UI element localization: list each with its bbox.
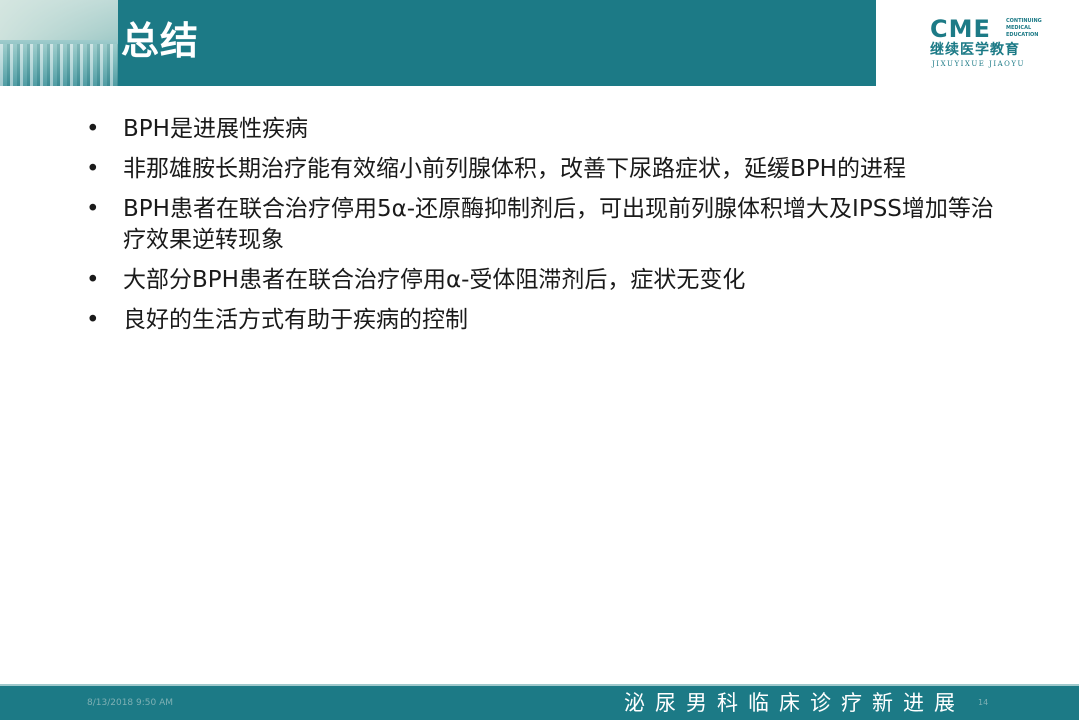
bullet-text: 非那雄胺长期治疗能有效缩小前列腺体积，改善下尿路症状，延缓BPH的进程 bbox=[123, 156, 906, 182]
logo-side-line: EDUCATION bbox=[1006, 32, 1039, 38]
cme-logo: CME CONTINUING MEDICAL EDUCATION 继续医学教育 … bbox=[876, 0, 1079, 86]
footer-date: 8/13/2018 9:50 AM bbox=[87, 698, 174, 708]
slide-title: 总结 bbox=[121, 19, 200, 63]
bullet-text: BPH是进展性疾病 bbox=[123, 116, 308, 142]
bullet-item: • BPH是进展性疾病 bbox=[86, 114, 1016, 145]
page-number: 14 bbox=[978, 698, 989, 707]
logo-main-text: CME bbox=[930, 15, 991, 43]
bullet-item: • BPH患者在联合治疗停用5α-还原酶抑制剂后，可出现前列腺体积增大及IPSS… bbox=[86, 194, 1016, 256]
waterfall-image bbox=[0, 0, 118, 86]
bullet-text: BPH患者在联合治疗停用5α-还原酶抑制剂后，可出现前列腺体积增大及IPSS增加… bbox=[123, 196, 994, 253]
bullet-dot-icon: • bbox=[86, 307, 100, 333]
summary-bullet-list: • BPH是进展性疾病 • 非那雄胺长期治疗能有效缩小前列腺体积，改善下尿路症状… bbox=[86, 114, 1016, 345]
slide-header: 总结 CME CONTINUING MEDICAL EDUCATION 继续医学… bbox=[0, 0, 1079, 86]
bullet-dot-icon: • bbox=[86, 116, 100, 142]
slide-footer: 8/13/2018 9:50 AM 14 泌尿男科临床诊疗新进展 bbox=[0, 686, 1079, 720]
logo-side-line: CONTINUING bbox=[1006, 18, 1042, 24]
logo-chinese-text: 继续医学教育 bbox=[930, 42, 1020, 58]
bullet-item: • 良好的生活方式有助于疾病的控制 bbox=[86, 305, 1016, 336]
bullet-text: 大部分BPH患者在联合治疗停用α-受体阻滞剂后，症状无变化 bbox=[123, 267, 746, 293]
footer-slogan: 泌尿男科临床诊疗新进展 bbox=[624, 691, 965, 715]
bullet-dot-icon: • bbox=[86, 196, 100, 222]
bullet-dot-icon: • bbox=[86, 267, 100, 293]
logo-side-line: MEDICAL bbox=[1006, 25, 1032, 31]
bullet-dot-icon: • bbox=[86, 156, 100, 182]
logo-side-text: CONTINUING MEDICAL EDUCATION bbox=[1006, 18, 1066, 39]
bullet-item: • 大部分BPH患者在联合治疗停用α-受体阻滞剂后，症状无变化 bbox=[86, 265, 1016, 296]
bullet-item: • 非那雄胺长期治疗能有效缩小前列腺体积，改善下尿路症状，延缓BPH的进程 bbox=[86, 154, 1016, 185]
bullet-text: 良好的生活方式有助于疾病的控制 bbox=[123, 307, 468, 333]
logo-pinyin-text: JIXUYIXUE JIAOYU bbox=[932, 60, 1025, 68]
